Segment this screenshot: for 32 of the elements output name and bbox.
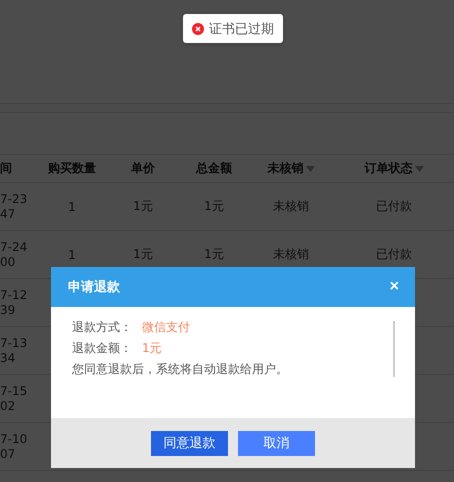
price-cell: 1元: [133, 246, 153, 263]
date-cell-text: 7-23 47: [0, 192, 28, 222]
quantity-cell: 1: [68, 200, 76, 214]
column-header: 总金额: [196, 160, 232, 177]
total-cell: 1元: [204, 246, 224, 263]
status-cell: 已付款: [376, 246, 412, 263]
verification-cell: 未核销: [273, 246, 309, 263]
price-cell: 1元: [133, 198, 153, 215]
cancel-button[interactable]: 取消: [238, 430, 315, 456]
field-value: 微信支付: [142, 319, 190, 335]
toast-message: 证书已过期: [209, 20, 274, 38]
refund-note: 您同意退款后，系统将自动退款给用户。: [72, 361, 289, 377]
field-value: 1元: [142, 340, 162, 356]
date-cell-text: 7-10 07: [0, 432, 28, 462]
column-header: 间: [0, 160, 12, 177]
quantity-cell: 1: [68, 248, 76, 262]
date-cell-text: 7-12 39: [0, 288, 28, 318]
dialog-title: 申请退款: [68, 278, 120, 296]
field-label: 退款方式：: [72, 319, 132, 335]
field-label: 退款金额：: [72, 340, 132, 356]
status-cell: 已付款: [376, 198, 412, 215]
date-cell-text: 7-24 00: [0, 240, 28, 270]
confirm-button[interactable]: 同意退款: [151, 430, 228, 456]
date-cell-text: 7-15 02: [0, 384, 28, 414]
scrollbar[interactable]: [393, 321, 395, 377]
date-cell-text: 7-13 34: [0, 336, 28, 366]
total-cell: 1元: [204, 198, 224, 215]
verification-cell: 未核销: [273, 198, 309, 215]
column-header: 单价: [131, 160, 155, 177]
error-icon: [192, 22, 204, 34]
close-button[interactable]: ×: [390, 279, 399, 295]
column-header: 购买数量: [48, 160, 96, 177]
